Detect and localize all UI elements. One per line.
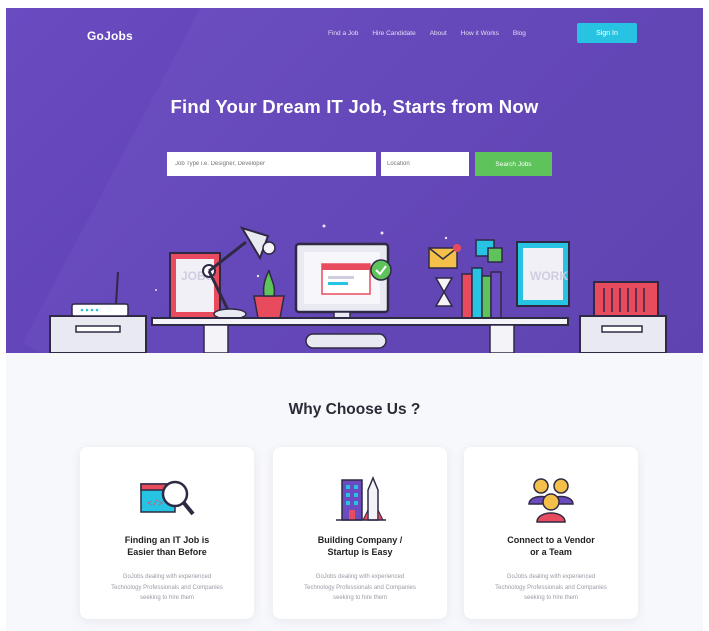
card-title: Connect to a Vendor or a Team [507, 535, 595, 557]
nav-about[interactable]: About [430, 30, 447, 37]
feature-card-building-company: Building Company / Startup is Easy GoJob… [273, 447, 447, 619]
desk-items [428, 239, 503, 319]
left-cabinet [49, 271, 147, 353]
magnifier-code-icon: </> [140, 480, 195, 516]
hero-title: Find Your Dream IT Job, Starts from Now [170, 96, 539, 117]
hero-section: GoJobs Find a Job Hire Candidate About H… [6, 8, 703, 353]
feature-card-find-job: </> Finding an IT Job is Easier than Bef… [80, 447, 254, 619]
card-desc: GoJobs dealing with experienced Technolo… [304, 574, 416, 601]
right-cabinet [579, 281, 667, 353]
nav-hire-candidate[interactable]: Hire Candidate [372, 30, 415, 37]
desk-illustration: JOBS WORK [49, 224, 667, 353]
team-people-icon [528, 478, 574, 523]
landing-page: GoJobs Find a Job Hire Candidate About H… [6, 8, 703, 631]
location-input[interactable] [381, 152, 469, 176]
job-type-input[interactable] [167, 152, 376, 176]
work-poster: WORK [516, 241, 570, 307]
buildings-rocket-icon [336, 476, 386, 521]
nav-find-job[interactable]: Find a Job [328, 30, 358, 37]
why-title: Why Choose Us ? [288, 401, 421, 418]
card-title: Building Company / Startup is Easy [317, 535, 403, 557]
main-nav: Find a Job Hire Candidate About How it W… [328, 30, 540, 37]
feature-card-connect-vendor: Connect to a Vendor or a Team GoJobs dea… [464, 447, 638, 619]
card-desc: GoJobs dealing with experienced Technolo… [495, 574, 607, 601]
plant-pot [253, 269, 285, 319]
monitor [294, 242, 392, 321]
search-jobs-button[interactable]: Search Jobs [475, 152, 552, 176]
card-title: Finding an IT Job is Easier than Before [124, 535, 210, 557]
nav-blog[interactable]: Blog [513, 30, 526, 37]
jobs-poster: JOBS [169, 252, 221, 319]
svg-text:WORK: WORK [530, 269, 568, 283]
card-desc: GoJobs dealing with experienced Technolo… [111, 574, 223, 601]
nav-how-it-works[interactable]: How it Works [461, 30, 499, 37]
logo[interactable]: GoJobs [87, 29, 133, 43]
svg-text:</>: </> [147, 499, 163, 509]
signin-button[interactable]: Sign In [577, 23, 637, 43]
